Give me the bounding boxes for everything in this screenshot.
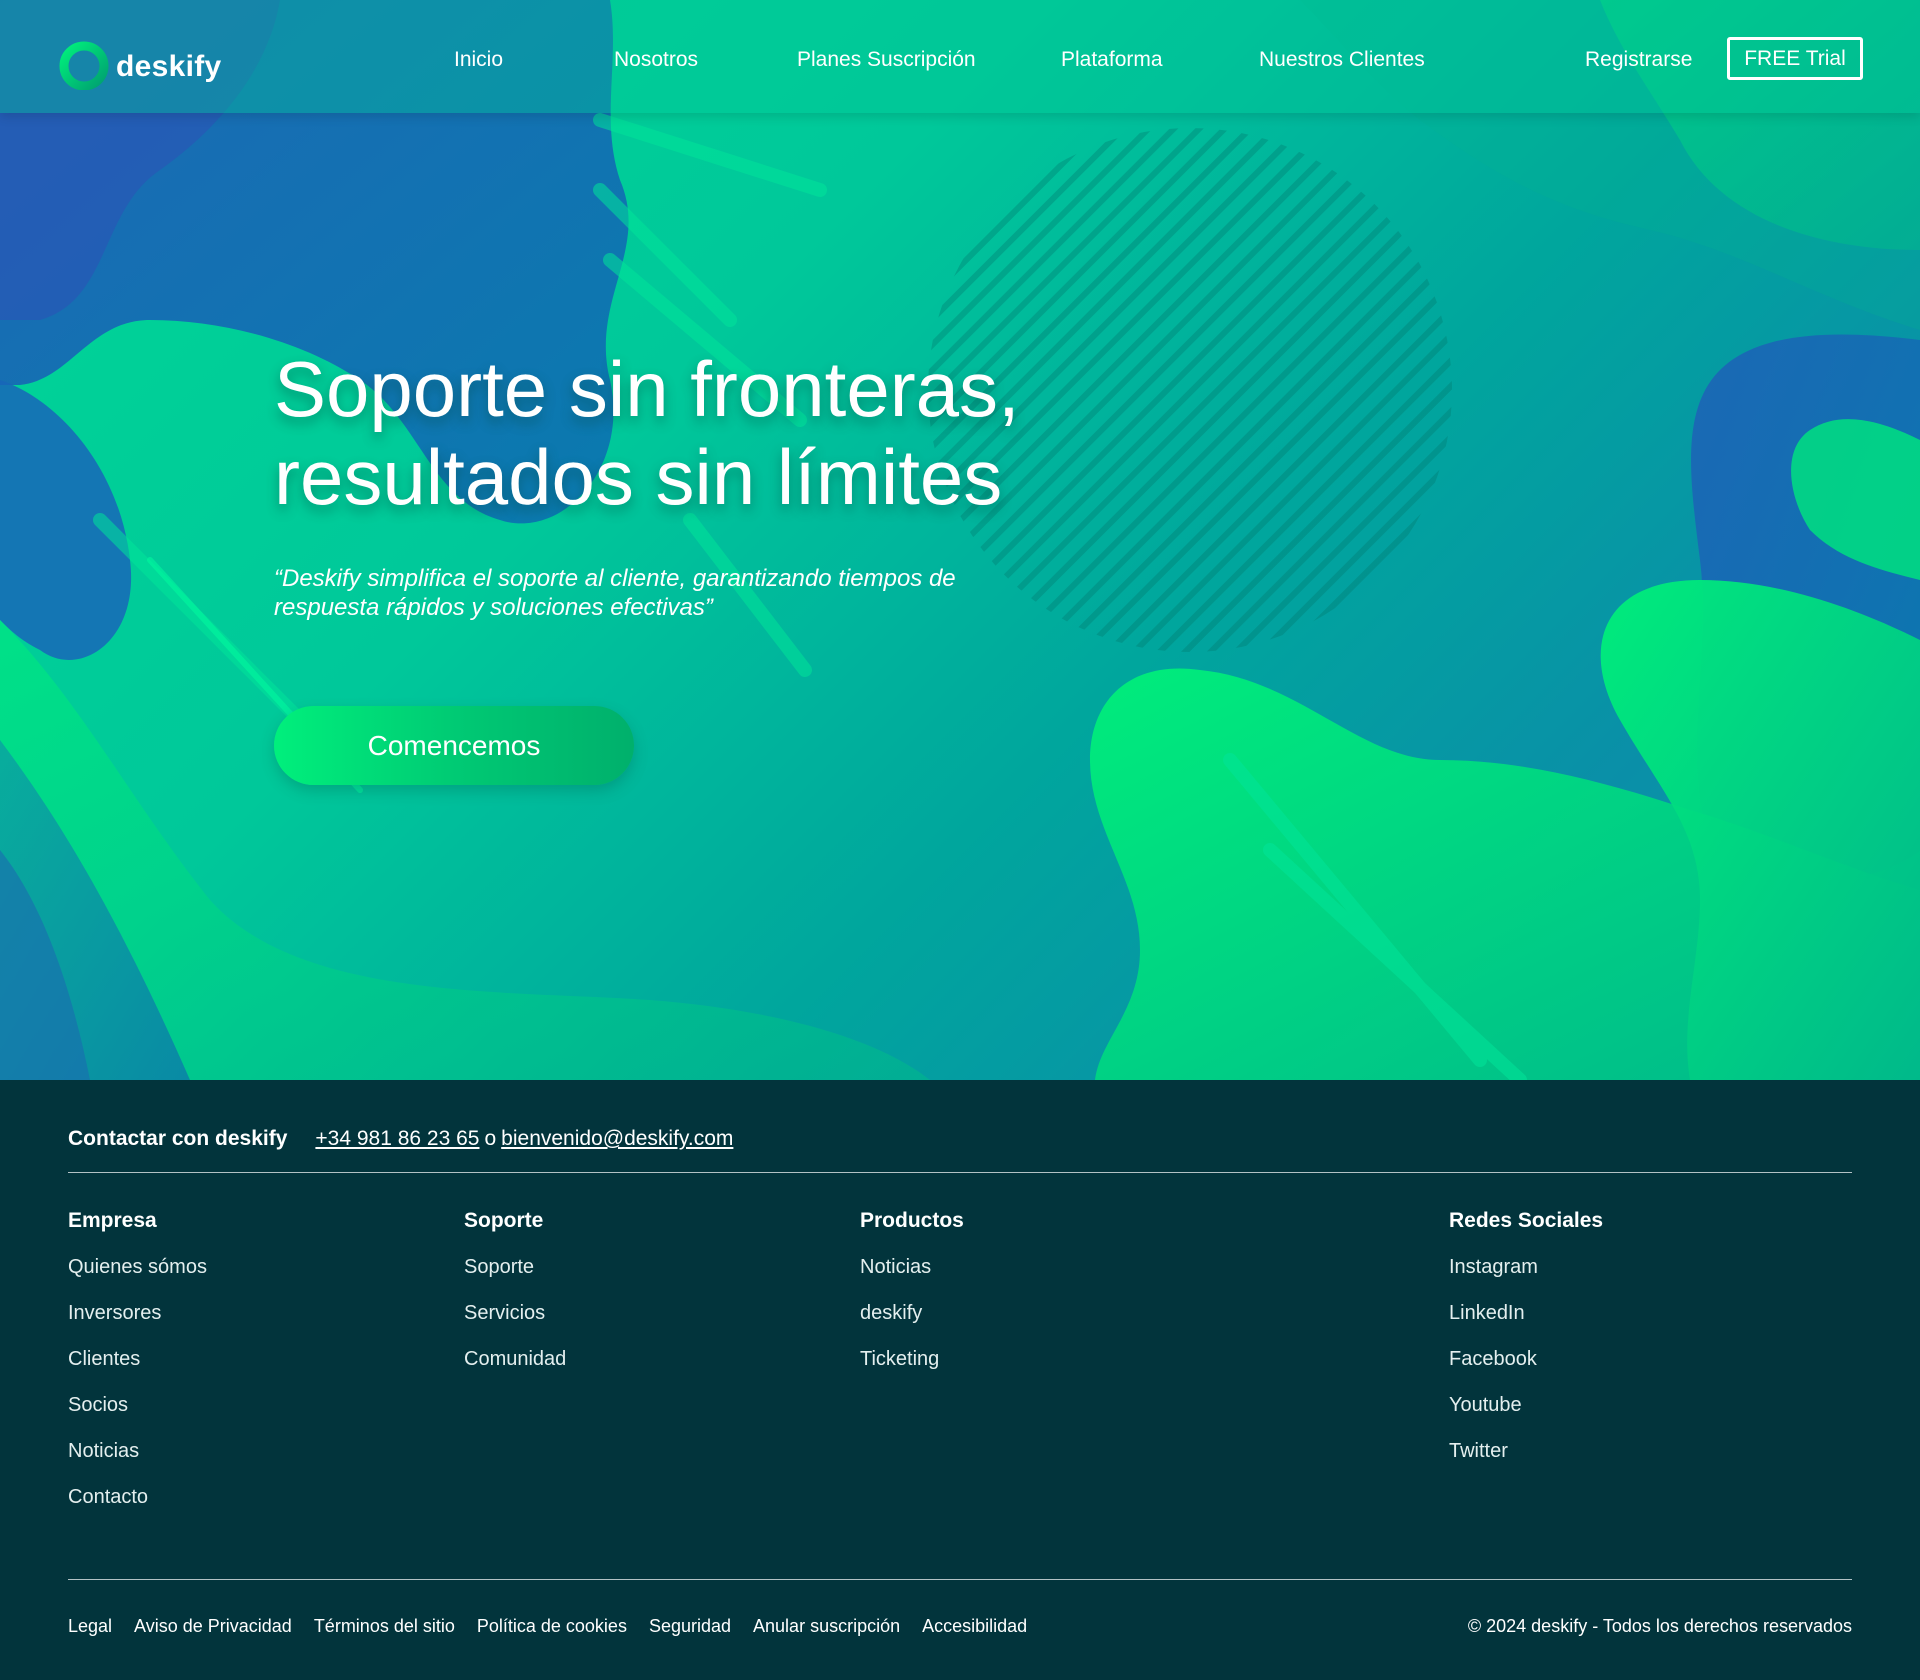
footer-link-instagram[interactable]: Instagram [1449,1254,1603,1280]
hero-quote: “Deskify simplifica el soporte al client… [274,565,956,621]
hero-title-line-2: resultados sin límites [274,433,1003,521]
nav-link-planes-suscripcion[interactable]: Planes Suscripción [797,46,976,74]
deskify-logo[interactable]: deskify [58,20,222,90]
free-trial-button[interactable]: FREE Trial [1727,37,1863,80]
footer-link-socios[interactable]: Socios [68,1392,207,1418]
footer-column-redes-sociales: Redes Sociales Instagram LinkedIn Facebo… [1449,1208,1603,1484]
footer-link-servicios[interactable]: Servicios [464,1300,566,1326]
security-link[interactable]: Seguridad [649,1614,731,1638]
hero-section: deskify Inicio Nosotros Planes Suscripci… [0,0,1920,1080]
site-terms-link[interactable]: Términos del sitio [314,1614,455,1638]
accessibility-link[interactable]: Accesibilidad [922,1614,1027,1638]
privacy-notice-link[interactable]: Aviso de Privacidad [134,1614,292,1638]
footer-link-contacto[interactable]: Contacto [68,1484,207,1510]
footer-link-comunidad[interactable]: Comunidad [464,1346,566,1372]
footer-column-productos: Productos Noticias deskify Ticketing [860,1208,964,1392]
nav-link-inicio[interactable]: Inicio [454,46,503,74]
footer-link-quienes-somos[interactable]: Quienes sómos [68,1254,207,1280]
footer-link-inversores[interactable]: Inversores [68,1300,207,1326]
contact-label: Contactar con deskify [68,1127,288,1150]
footer-contact: Contactar con deskify +34 981 86 23 65 o… [68,1126,733,1152]
footer-link-twitter[interactable]: Twitter [1449,1438,1603,1464]
hero-background-art [0,0,1920,1080]
copyright-notice: © 2024 deskify - Todos los derechos rese… [1467,1616,1852,1636]
hero-title-line-1: Soporte sin fronteras, [274,345,1020,433]
footer-link-clientes[interactable]: Clientes [68,1346,207,1372]
footer-link-linkedin[interactable]: LinkedIn [1449,1300,1603,1326]
nav-link-nuestros-clientes[interactable]: Nuestros Clientes [1259,46,1425,74]
footer-column-title: Empresa [68,1209,157,1232]
contact-phone-link[interactable]: +34 981 86 23 65 [315,1126,479,1152]
brand-name: deskify [116,50,222,83]
footer-link-youtube[interactable]: Youtube [1449,1392,1603,1418]
footer-divider-top [68,1172,1852,1173]
nav-link-plataforma[interactable]: Plataforma [1061,46,1163,74]
deskify-logo-icon [59,22,109,90]
footer-column-title: Productos [860,1209,964,1232]
register-link[interactable]: Registrarse [1585,46,1692,74]
top-navigation-bar: deskify Inicio Nosotros Planes Suscripci… [0,0,1920,113]
get-started-button[interactable]: Comencemos [274,706,634,785]
footer-legal-links: Legal Aviso de Privacidad Términos del s… [68,1614,1049,1638]
unsubscribe-link[interactable]: Anular suscripción [753,1614,900,1638]
footer-column-empresa: Empresa Quienes sómos Inversores Cliente… [68,1208,207,1530]
footer-column-title: Soporte [464,1209,544,1232]
footer-link-soporte[interactable]: Soporte [464,1254,566,1280]
footer-link-noticias-producto[interactable]: Noticias [860,1254,964,1280]
footer-divider-bottom [68,1579,1852,1580]
footer-link-facebook[interactable]: Facebook [1449,1346,1603,1372]
footer-column-soporte: Soporte Soporte Servicios Comunidad [464,1208,566,1392]
contact-separator: o [484,1127,497,1150]
hero-title: Soporte sin fronteras, resultados sin lí… [274,345,1074,521]
footer-column-title: Redes Sociales [1449,1209,1604,1232]
nav-link-nosotros[interactable]: Nosotros [614,46,698,74]
cookie-policy-link[interactable]: Política de cookies [477,1614,627,1638]
legal-link[interactable]: Legal [68,1614,112,1638]
footer-link-noticias[interactable]: Noticias [68,1438,207,1464]
footer-link-deskify[interactable]: deskify [860,1300,964,1326]
contact-email-link[interactable]: bienvenido@deskify.com [501,1126,733,1152]
footer-link-ticketing[interactable]: Ticketing [860,1346,964,1372]
